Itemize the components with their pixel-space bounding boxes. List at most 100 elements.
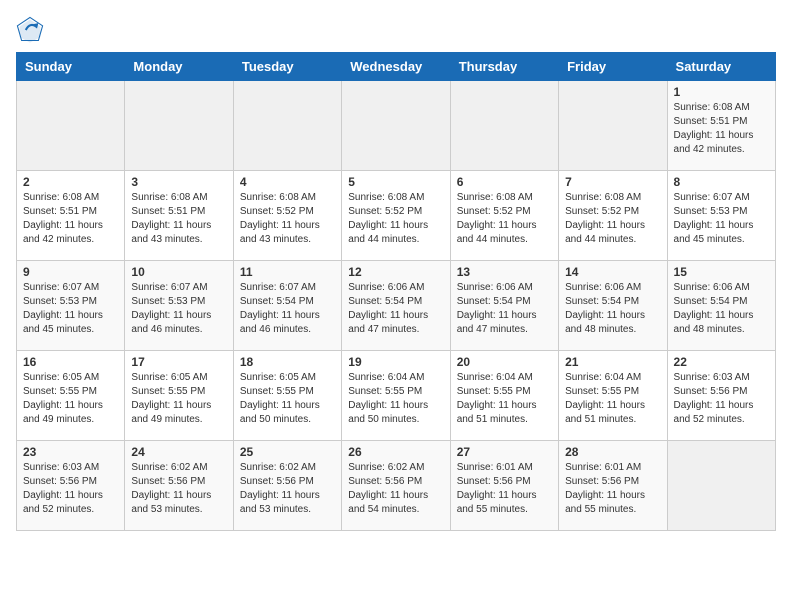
day-info: Sunrise: 6:08 AM Sunset: 5:51 PM Dayligh…	[23, 191, 118, 247]
day-number: 13	[457, 265, 552, 279]
day-number: 2	[23, 175, 118, 189]
day-info: Sunrise: 6:08 AM Sunset: 5:52 PM Dayligh…	[565, 191, 660, 247]
day-info: Sunrise: 6:07 AM Sunset: 5:53 PM Dayligh…	[23, 281, 118, 337]
day-info: Sunrise: 6:06 AM Sunset: 5:54 PM Dayligh…	[457, 281, 552, 337]
calendar-cell: 24 Sunrise: 6:02 AM Sunset: 5:56 PM Dayli…	[125, 441, 233, 531]
day-info: Sunrise: 6:08 AM Sunset: 5:52 PM Dayligh…	[348, 191, 443, 247]
day-info: Sunrise: 6:01 AM Sunset: 5:56 PM Dayligh…	[457, 461, 552, 517]
weekday-header-row: SundayMondayTuesdayWednesdayThursdayFrid…	[17, 53, 776, 81]
day-number: 10	[131, 265, 226, 279]
calendar: SundayMondayTuesdayWednesdayThursdayFrid…	[16, 52, 776, 531]
header-sunday: Sunday	[17, 53, 125, 81]
calendar-cell: 5Sunrise: 6:08 AM Sunset: 5:52 PM Daylig…	[342, 171, 450, 261]
calendar-cell: 20 Sunrise: 6:04 AM Sunset: 5:55 PM Dayli…	[450, 351, 558, 441]
calendar-cell: 28 Sunrise: 6:01 AM Sunset: 5:56 PM Dayli…	[559, 441, 667, 531]
header-saturday: Saturday	[667, 53, 775, 81]
day-number: 6	[457, 175, 552, 189]
day-info: Sunrise: 6:01 AM Sunset: 5:56 PM Dayligh…	[565, 461, 660, 517]
calendar-cell: 15 Sunrise: 6:06 AM Sunset: 5:54 PM Dayli…	[667, 261, 775, 351]
logo	[16, 16, 48, 44]
calendar-cell	[559, 81, 667, 171]
calendar-cell: 25 Sunrise: 6:02 AM Sunset: 5:56 PM Dayli…	[233, 441, 341, 531]
day-number: 11	[240, 265, 335, 279]
day-info: Sunrise: 6:08 AM Sunset: 5:52 PM Dayligh…	[240, 191, 335, 247]
day-number: 18	[240, 355, 335, 369]
calendar-cell: 12 Sunrise: 6:06 AM Sunset: 5:54 PM Dayli…	[342, 261, 450, 351]
day-info: Sunrise: 6:08 AM Sunset: 5:52 PM Dayligh…	[457, 191, 552, 247]
day-info: Sunrise: 6:06 AM Sunset: 5:54 PM Dayligh…	[348, 281, 443, 337]
calendar-cell: 18 Sunrise: 6:05 AM Sunset: 5:55 PM Dayli…	[233, 351, 341, 441]
day-info: Sunrise: 6:05 AM Sunset: 5:55 PM Dayligh…	[240, 371, 335, 427]
calendar-cell: 13 Sunrise: 6:06 AM Sunset: 5:54 PM Dayli…	[450, 261, 558, 351]
day-number: 8	[674, 175, 769, 189]
day-number: 25	[240, 445, 335, 459]
calendar-cell	[450, 81, 558, 171]
day-number: 28	[565, 445, 660, 459]
calendar-cell: 8Sunrise: 6:07 AM Sunset: 5:53 PM Daylig…	[667, 171, 775, 261]
day-number: 23	[23, 445, 118, 459]
day-number: 1	[674, 85, 769, 99]
day-info: Sunrise: 6:04 AM Sunset: 5:55 PM Dayligh…	[457, 371, 552, 427]
calendar-cell: 1 Sunrise: 6:08 AM Sunset: 5:51 PM Daylig…	[667, 81, 775, 171]
calendar-cell	[125, 81, 233, 171]
day-info: Sunrise: 6:08 AM Sunset: 5:51 PM Dayligh…	[674, 101, 769, 157]
day-number: 9	[23, 265, 118, 279]
calendar-cell: 23 Sunrise: 6:03 AM Sunset: 5:56 PM Dayli…	[17, 441, 125, 531]
calendar-cell: 3 Sunrise: 6:08 AM Sunset: 5:51 PM Daylig…	[125, 171, 233, 261]
day-info: Sunrise: 6:04 AM Sunset: 5:55 PM Dayligh…	[565, 371, 660, 427]
week-row-1: 1 Sunrise: 6:08 AM Sunset: 5:51 PM Daylig…	[17, 81, 776, 171]
day-info: Sunrise: 6:02 AM Sunset: 5:56 PM Dayligh…	[131, 461, 226, 517]
week-row-4: 16 Sunrise: 6:05 AM Sunset: 5:55 PM Dayli…	[17, 351, 776, 441]
calendar-cell: 19 Sunrise: 6:04 AM Sunset: 5:55 PM Dayli…	[342, 351, 450, 441]
day-info: Sunrise: 6:05 AM Sunset: 5:55 PM Dayligh…	[23, 371, 118, 427]
day-number: 7	[565, 175, 660, 189]
week-row-5: 23 Sunrise: 6:03 AM Sunset: 5:56 PM Dayli…	[17, 441, 776, 531]
day-number: 19	[348, 355, 443, 369]
header-friday: Friday	[559, 53, 667, 81]
calendar-cell	[17, 81, 125, 171]
day-info: Sunrise: 6:03 AM Sunset: 5:56 PM Dayligh…	[23, 461, 118, 517]
calendar-cell	[342, 81, 450, 171]
calendar-cell: 21 Sunrise: 6:04 AM Sunset: 5:55 PM Dayli…	[559, 351, 667, 441]
day-number: 22	[674, 355, 769, 369]
day-number: 4	[240, 175, 335, 189]
day-info: Sunrise: 6:06 AM Sunset: 5:54 PM Dayligh…	[674, 281, 769, 337]
day-number: 15	[674, 265, 769, 279]
calendar-cell	[233, 81, 341, 171]
logo-icon	[16, 16, 44, 44]
calendar-cell: 14 Sunrise: 6:06 AM Sunset: 5:54 PM Dayli…	[559, 261, 667, 351]
header-tuesday: Tuesday	[233, 53, 341, 81]
day-info: Sunrise: 6:05 AM Sunset: 5:55 PM Dayligh…	[131, 371, 226, 427]
day-number: 20	[457, 355, 552, 369]
day-number: 3	[131, 175, 226, 189]
calendar-cell: 17 Sunrise: 6:05 AM Sunset: 5:55 PM Dayli…	[125, 351, 233, 441]
day-info: Sunrise: 6:04 AM Sunset: 5:55 PM Dayligh…	[348, 371, 443, 427]
day-info: Sunrise: 6:08 AM Sunset: 5:51 PM Dayligh…	[131, 191, 226, 247]
day-number: 17	[131, 355, 226, 369]
day-number: 12	[348, 265, 443, 279]
calendar-cell: 11Sunrise: 6:07 AM Sunset: 5:54 PM Dayli…	[233, 261, 341, 351]
calendar-cell: 7 Sunrise: 6:08 AM Sunset: 5:52 PM Daylig…	[559, 171, 667, 261]
header-thursday: Thursday	[450, 53, 558, 81]
calendar-cell: 27 Sunrise: 6:01 AM Sunset: 5:56 PM Dayli…	[450, 441, 558, 531]
calendar-cell: 22Sunrise: 6:03 AM Sunset: 5:56 PM Dayli…	[667, 351, 775, 441]
calendar-cell: 10Sunrise: 6:07 AM Sunset: 5:53 PM Dayli…	[125, 261, 233, 351]
day-info: Sunrise: 6:02 AM Sunset: 5:56 PM Dayligh…	[348, 461, 443, 517]
page-header	[16, 16, 776, 44]
calendar-cell: 16 Sunrise: 6:05 AM Sunset: 5:55 PM Dayli…	[17, 351, 125, 441]
calendar-cell: 2 Sunrise: 6:08 AM Sunset: 5:51 PM Daylig…	[17, 171, 125, 261]
day-number: 26	[348, 445, 443, 459]
week-row-3: 9 Sunrise: 6:07 AM Sunset: 5:53 PM Daylig…	[17, 261, 776, 351]
header-monday: Monday	[125, 53, 233, 81]
day-number: 24	[131, 445, 226, 459]
day-number: 16	[23, 355, 118, 369]
calendar-cell: 6 Sunrise: 6:08 AM Sunset: 5:52 PM Daylig…	[450, 171, 558, 261]
day-info: Sunrise: 6:02 AM Sunset: 5:56 PM Dayligh…	[240, 461, 335, 517]
day-number: 14	[565, 265, 660, 279]
day-number: 27	[457, 445, 552, 459]
day-info: Sunrise: 6:06 AM Sunset: 5:54 PM Dayligh…	[565, 281, 660, 337]
calendar-cell	[667, 441, 775, 531]
header-wednesday: Wednesday	[342, 53, 450, 81]
calendar-cell: 26 Sunrise: 6:02 AM Sunset: 5:56 PM Dayli…	[342, 441, 450, 531]
day-number: 21	[565, 355, 660, 369]
